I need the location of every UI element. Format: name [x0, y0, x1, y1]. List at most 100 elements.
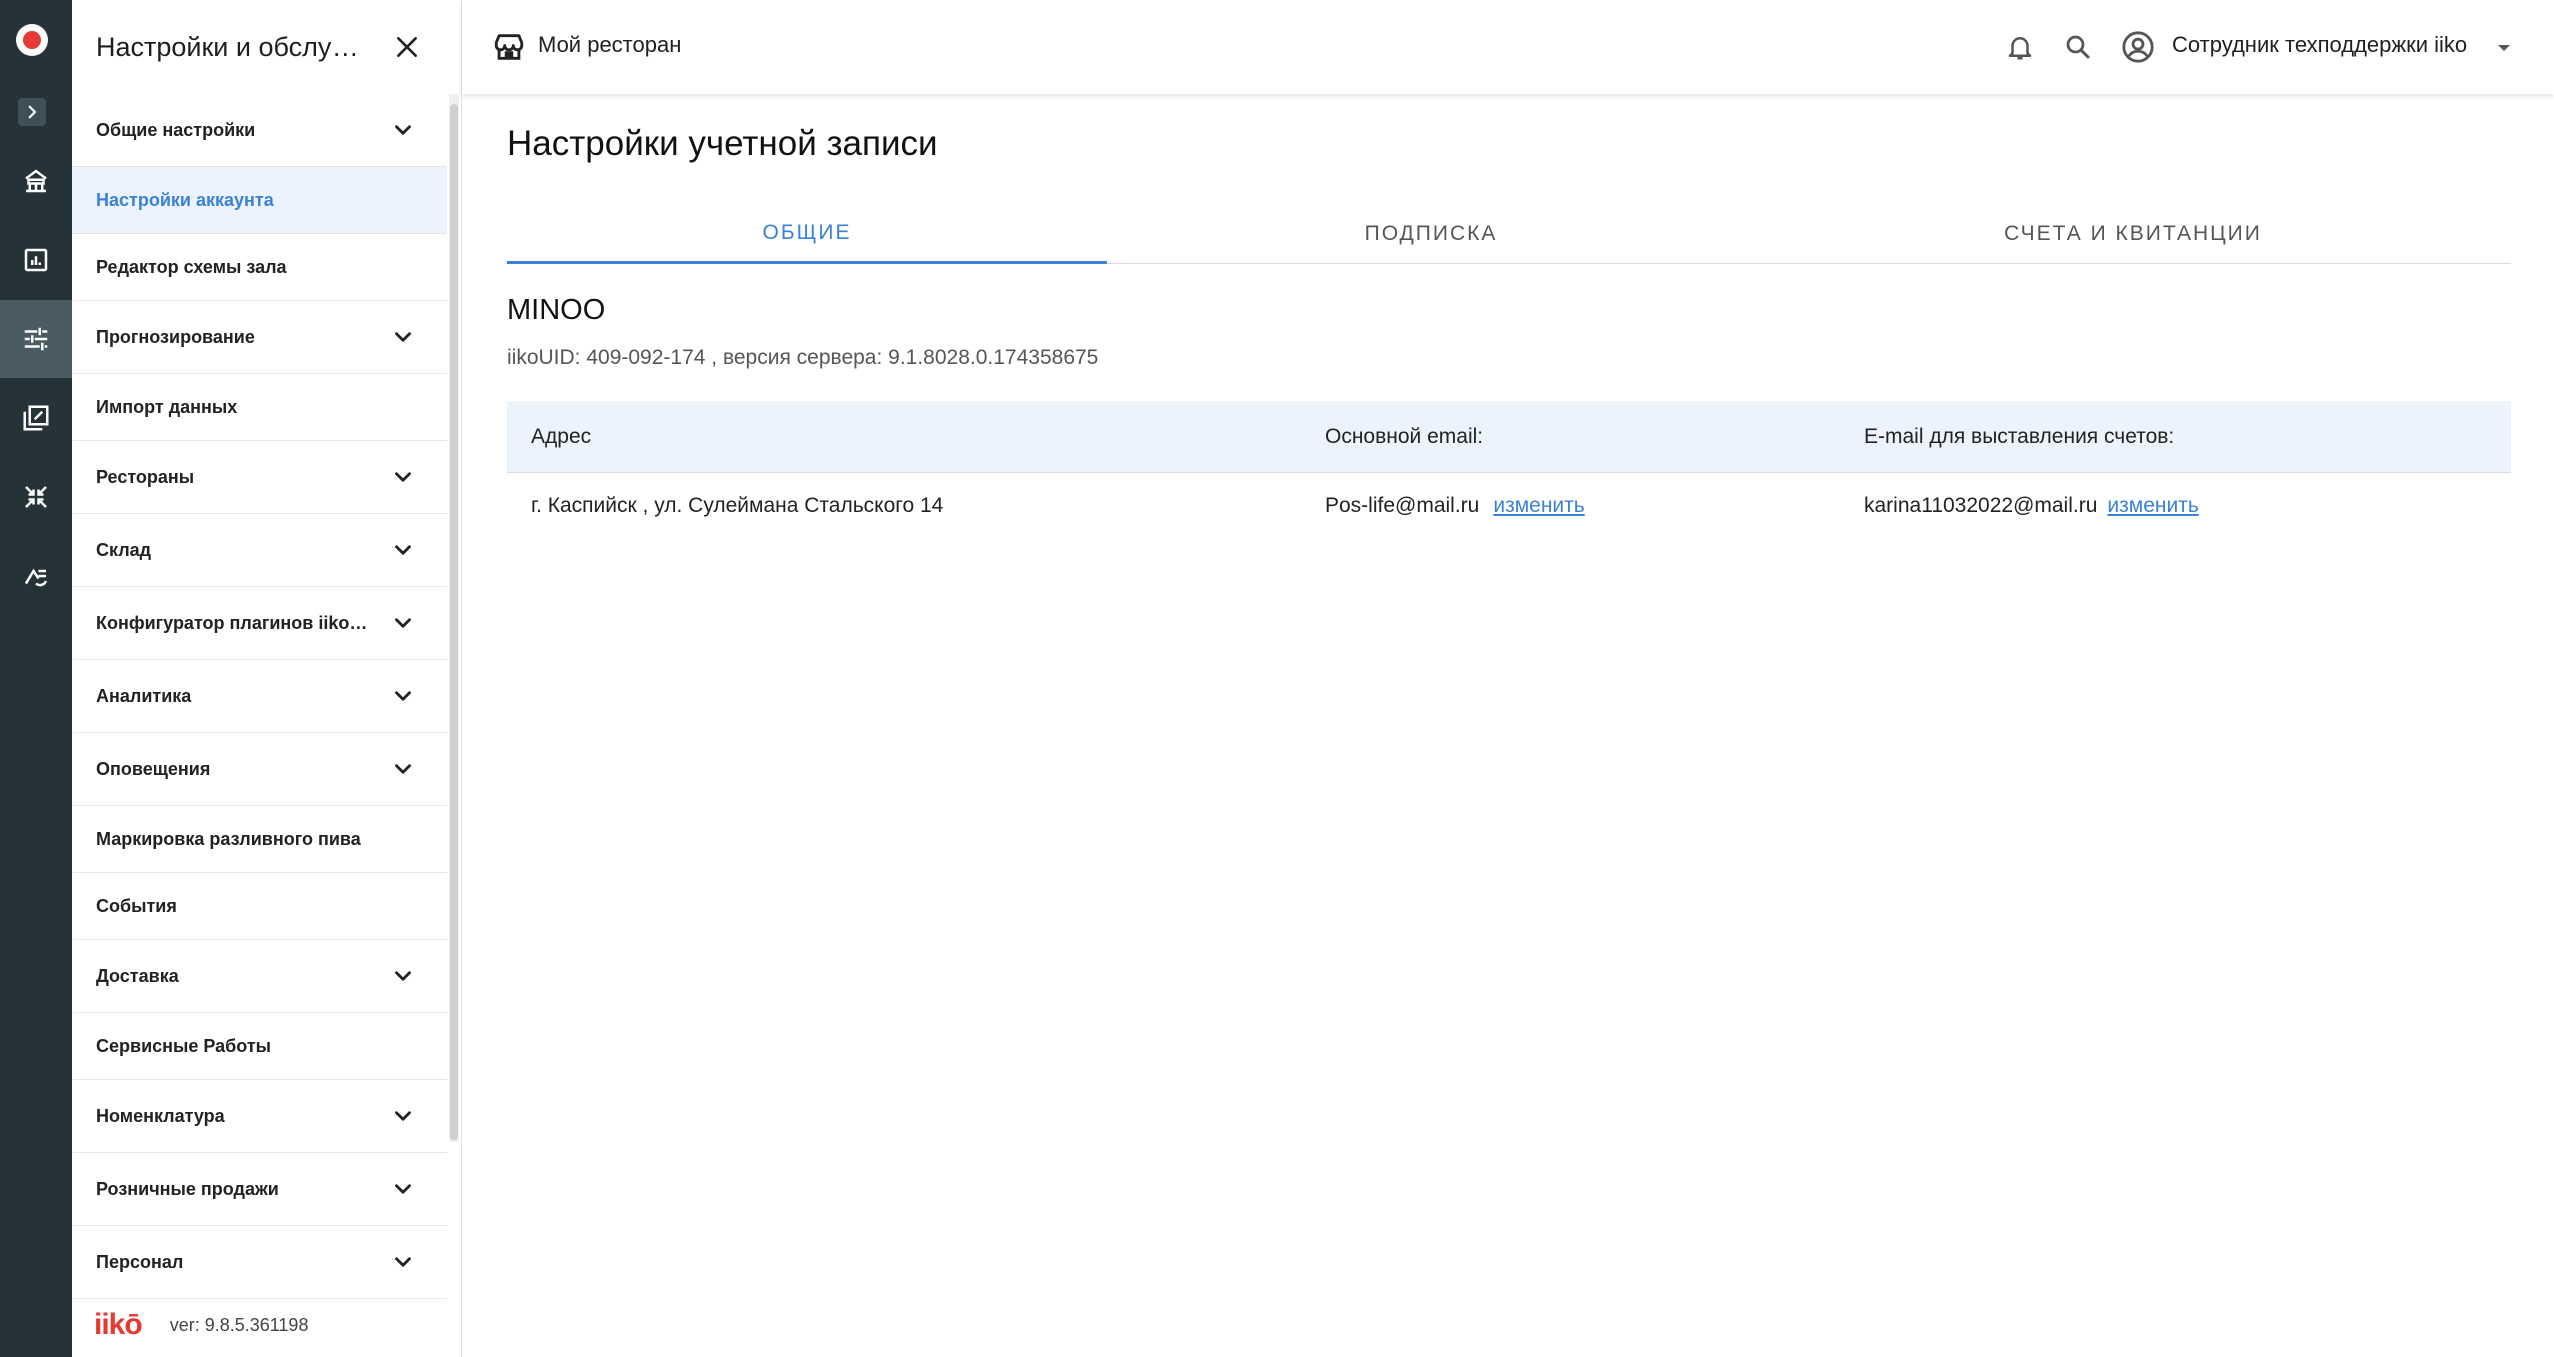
user-avatar[interactable] — [2120, 29, 2156, 65]
sidebar-item-floor-plan-editor[interactable]: Редактор схемы зала — [72, 234, 447, 301]
iiko-footer-logo: iikō — [94, 1308, 143, 1341]
page-title: Настройки учетной записи — [507, 124, 938, 163]
account-info-table: Адрес Основной email: E-mail для выставл… — [507, 401, 2511, 539]
sidebar-item-label: Оповещения — [96, 758, 211, 779]
sidebar-item-general-settings[interactable]: Общие настройки — [72, 94, 447, 167]
panel-scrollbar[interactable] — [449, 94, 459, 1142]
header-billing-email: E-mail для выставления счетов: — [1864, 424, 2175, 448]
account-circle-icon — [2122, 31, 2154, 63]
chevron-down-icon[interactable] — [390, 1176, 416, 1202]
sidebar-item-analytics[interactable]: Аналитика — [72, 660, 447, 733]
header-address: Адрес — [531, 424, 592, 448]
tabs: ОБЩИЕ ПОДПИСКА СЧЕТА И КВИТАНЦИИ — [507, 204, 2511, 264]
close-panel-button[interactable] — [390, 30, 424, 64]
sidebar-item-service-works[interactable]: Сервисные Работы — [72, 1013, 447, 1080]
documents-icon — [23, 405, 49, 431]
sidebar-item-plugin-configurator[interactable]: Конфигуратор плагинов iikoFront — [72, 587, 447, 660]
sidebar-item-retail-sales[interactable]: Розничные продажи — [72, 1153, 447, 1226]
store-selector[interactable]: Мой ресторан — [538, 32, 681, 58]
main-content: Настройки учетной записи ОБЩИЕ ПОДПИСКА … — [462, 94, 2554, 1357]
user-menu[interactable]: Сотрудник техподдержки iiko — [2172, 32, 2467, 58]
reports-icon — [24, 248, 48, 272]
rail-item-settings[interactable] — [0, 300, 72, 378]
iiko-logo-icon[interactable] — [16, 24, 48, 56]
sidebar-item-label: Настройки аккаунта — [96, 189, 274, 210]
sidebar-item-label: Рестораны — [96, 466, 195, 487]
sidebar-item-label: События — [96, 895, 177, 916]
chevron-down-icon[interactable] — [390, 1249, 416, 1275]
chevron-right-icon — [28, 105, 37, 119]
nav-rail — [0, 0, 72, 1357]
rail-item-integrations[interactable] — [0, 458, 72, 536]
sidebar-item-label: Импорт данных — [96, 396, 238, 417]
rail-item-reports[interactable] — [0, 221, 72, 299]
sidebar-item-restaurants[interactable]: Рестораны — [72, 441, 447, 514]
scrollbar-thumb[interactable] — [450, 104, 458, 1140]
rail-item-floor-plan[interactable] — [0, 142, 72, 220]
billing-email-cell: karina11032022@mail.ru изменить — [1864, 473, 2199, 539]
store-icon — [494, 34, 524, 60]
organization-meta: iikoUID: 409-092-174 , версия сервера: 9… — [507, 346, 1099, 369]
tab-subscription[interactable]: ПОДПИСКА — [1107, 204, 1755, 264]
panel-footer: iikō ver: 9.8.5.361198 — [72, 1300, 462, 1350]
rail-item-exchange[interactable] — [0, 537, 72, 615]
search-button[interactable] — [2060, 29, 2096, 65]
sidebar-item-label: Персонал — [96, 1251, 184, 1272]
sidebar-item-delivery[interactable]: Доставка — [72, 940, 447, 1013]
sidebar-item-warehouse[interactable]: Склад — [72, 514, 447, 587]
sidebar-item-draft-beer-marking[interactable]: Маркировка разливного пива — [72, 806, 447, 873]
address-value: г. Каспийск , ул. Сулеймана Стальского 1… — [531, 494, 944, 517]
main-email-cell: Pos-life@mail.ru изменить — [1325, 473, 1585, 539]
settings-sliders-icon — [24, 327, 48, 351]
billing-email-value: karina11032022@mail.ru — [1864, 494, 2098, 517]
sidebar-item-account-settings[interactable]: Настройки аккаунта — [72, 167, 447, 234]
sidebar-item-events[interactable]: События — [72, 873, 447, 940]
sidebar-item-nomenclature[interactable]: Номенклатура — [72, 1080, 447, 1153]
search-icon — [2066, 35, 2090, 59]
settings-panel: Настройки и обслуживание Общие настройки… — [72, 0, 462, 1357]
rail-item-documents[interactable] — [0, 379, 72, 457]
sidebar-item-label: Номенклатура — [96, 1105, 225, 1126]
sidebar-item-data-import[interactable]: Импорт данных — [72, 374, 447, 441]
version-label: ver: 9.8.5.361198 — [169, 1314, 309, 1335]
panel-title: Настройки и обслуживание — [96, 31, 376, 62]
settings-menu: Общие настройки Настройки аккаунта Редакто… — [72, 94, 447, 1299]
sidebar-item-label: Прогнозирование — [96, 326, 255, 347]
chevron-down-icon[interactable] — [390, 756, 416, 782]
floor-plan-icon — [25, 169, 47, 193]
caret-down-icon[interactable] — [2492, 36, 2516, 60]
sidebar-item-label: Склад — [96, 539, 152, 560]
top-bar: Мой ресторан Сотрудник техподдержки iiko — [462, 0, 2554, 94]
sidebar-item-label: Общие настройки — [96, 119, 256, 140]
sidebar-item-label: Розничные продажи — [96, 1178, 279, 1199]
sidebar-item-label: Конфигуратор плагинов iikoFront — [96, 612, 376, 633]
exchange-icon — [24, 568, 48, 587]
change-billing-email-link[interactable]: изменить — [2107, 494, 2198, 518]
sidebar-item-label: Редактор схемы зала — [96, 256, 287, 277]
table-row: г. Каспийск , ул. Сулеймана Стальского 1… — [507, 473, 2511, 539]
tab-general[interactable]: ОБЩИЕ — [507, 204, 1107, 264]
sidebar-item-label: Доставка — [96, 965, 179, 986]
main-email-value: Pos-life@mail.ru — [1325, 494, 1480, 517]
integrations-icon — [25, 486, 47, 508]
sidebar-item-label: Аналитика — [96, 685, 192, 706]
chevron-down-icon[interactable] — [390, 1103, 416, 1129]
sidebar-item-notifications[interactable]: Оповещения — [72, 733, 447, 806]
notifications-button[interactable] — [2002, 29, 2038, 65]
expand-rail-button[interactable] — [18, 98, 46, 126]
sidebar-item-forecasting[interactable]: Прогнозирование — [72, 301, 447, 374]
tab-invoices[interactable]: СЧЕТА И КВИТАНЦИИ — [1755, 204, 2511, 264]
change-main-email-link[interactable]: изменить — [1493, 494, 1584, 518]
sidebar-item-staff[interactable]: Персонал — [72, 1226, 447, 1299]
chevron-down-icon[interactable] — [390, 117, 416, 143]
header-main-email: Основной email: — [1325, 424, 1484, 448]
chevron-down-icon[interactable] — [390, 324, 416, 350]
close-icon — [397, 37, 417, 57]
chevron-down-icon[interactable] — [390, 963, 416, 989]
sidebar-item-label: Маркировка разливного пива — [96, 828, 361, 849]
chevron-down-icon[interactable] — [390, 683, 416, 709]
chevron-down-icon[interactable] — [390, 464, 416, 490]
chevron-down-icon[interactable] — [390, 537, 416, 563]
chevron-down-icon[interactable] — [390, 610, 416, 636]
organization-name: MINOO — [507, 294, 606, 326]
